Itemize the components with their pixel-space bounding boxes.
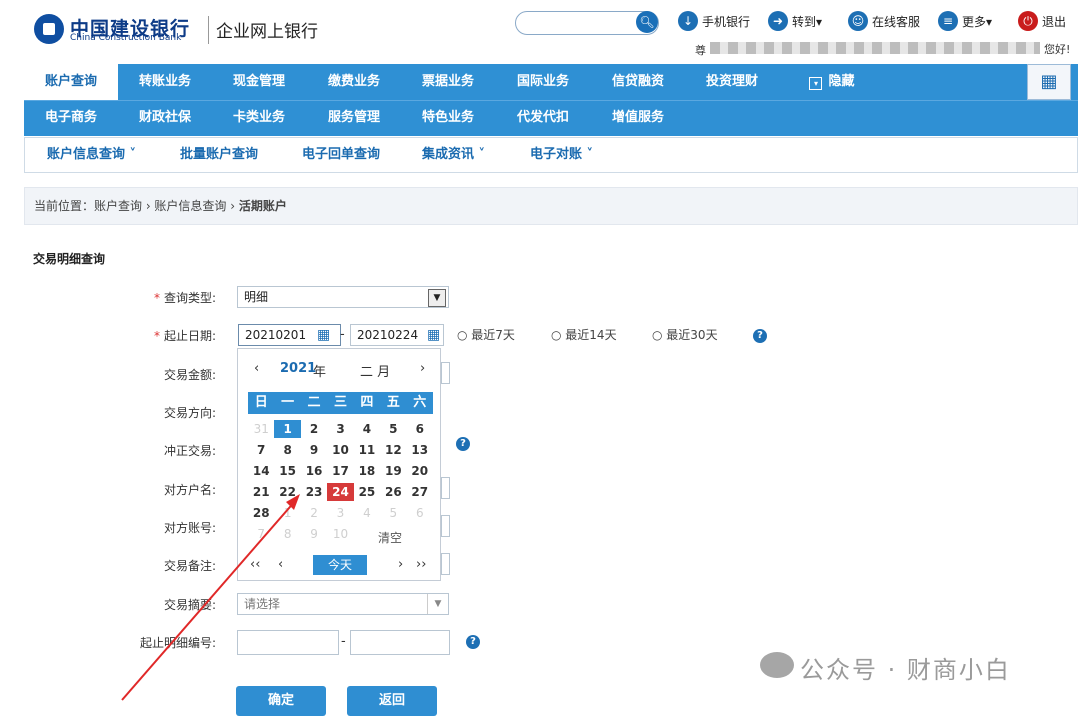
watermark-text: 公众号 · 财商小白 <box>800 656 1011 684</box>
wechat-icon <box>760 652 794 678</box>
annotation-arrow <box>121 494 300 701</box>
